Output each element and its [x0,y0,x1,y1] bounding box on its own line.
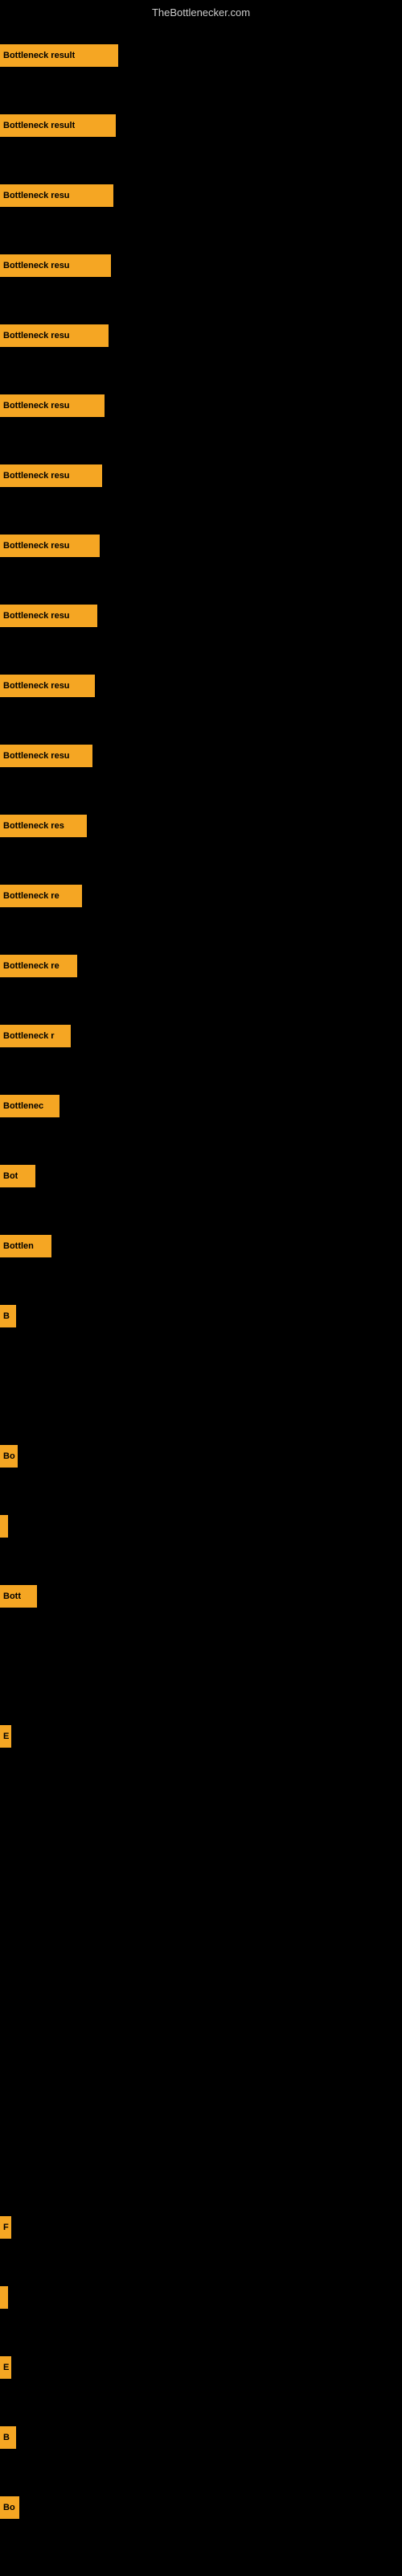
bar-label-19: Bo [3,1451,15,1461]
bar-item-3: Bottleneck resu [0,254,111,277]
bar-item-14: Bottleneck r [0,1025,71,1047]
bar-label-16: Bot [3,1171,18,1181]
bar-label-11: Bottleneck res [3,821,64,831]
bar-label-14: Bottleneck r [3,1031,55,1041]
bar-label-26: B [3,2433,10,2442]
bar-item-25: E [0,2356,11,2379]
bar-label-13: Bottleneck re [3,961,59,971]
bar-label-27: Bo [3,2503,15,2512]
bar-label-3: Bottleneck resu [3,261,70,270]
bar-label-8: Bottleneck resu [3,611,70,621]
bar-item-27: Bo [0,2496,19,2519]
bar-label-23: F [3,2223,9,2232]
bar-item-20 [0,1515,8,1538]
bar-item-11: Bottleneck res [0,815,87,837]
bar-item-5: Bottleneck resu [0,394,105,417]
bar-label-4: Bottleneck resu [3,331,70,341]
bar-item-23: F [0,2216,11,2239]
bar-label-2: Bottleneck resu [3,191,70,200]
site-title: TheBottlenecker.com [152,6,250,19]
bar-item-4: Bottleneck resu [0,324,109,347]
bar-label-17: Bottlen [3,1241,34,1251]
bar-item-16: Bot [0,1165,35,1187]
bar-label-7: Bottleneck resu [3,541,70,551]
bar-label-18: B [3,1311,10,1321]
bar-label-21: Bott [3,1591,21,1601]
bar-item-7: Bottleneck resu [0,535,100,557]
bar-item-1: Bottleneck result [0,114,116,137]
bar-label-9: Bottleneck resu [3,681,70,691]
bar-item-6: Bottleneck resu [0,464,102,487]
bar-item-17: Bottlen [0,1235,51,1257]
bar-item-9: Bottleneck resu [0,675,95,697]
bar-item-21: Bott [0,1585,37,1608]
bar-item-13: Bottleneck re [0,955,77,977]
bar-label-1: Bottleneck result [3,121,75,130]
bar-label-10: Bottleneck resu [3,751,70,761]
bar-label-25: E [3,2363,9,2372]
bar-item-18: B [0,1305,16,1327]
bar-item-22: E [0,1725,11,1748]
bar-item-19: Bo [0,1445,18,1468]
bar-label-15: Bottlenec [3,1101,43,1111]
bar-label-5: Bottleneck resu [3,401,70,411]
bar-item-10: Bottleneck resu [0,745,92,767]
bar-label-6: Bottleneck resu [3,471,70,481]
bar-item-0: Bottleneck result [0,44,118,67]
bar-item-15: Bottlenec [0,1095,59,1117]
bar-item-12: Bottleneck re [0,885,82,907]
bar-label-12: Bottleneck re [3,891,59,901]
bar-item-8: Bottleneck resu [0,605,97,627]
bar-item-2: Bottleneck resu [0,184,113,207]
bar-label-22: E [3,1732,9,1741]
bar-item-26: B [0,2426,16,2449]
bar-label-0: Bottleneck result [3,51,75,60]
bar-item-24 [0,2286,8,2309]
